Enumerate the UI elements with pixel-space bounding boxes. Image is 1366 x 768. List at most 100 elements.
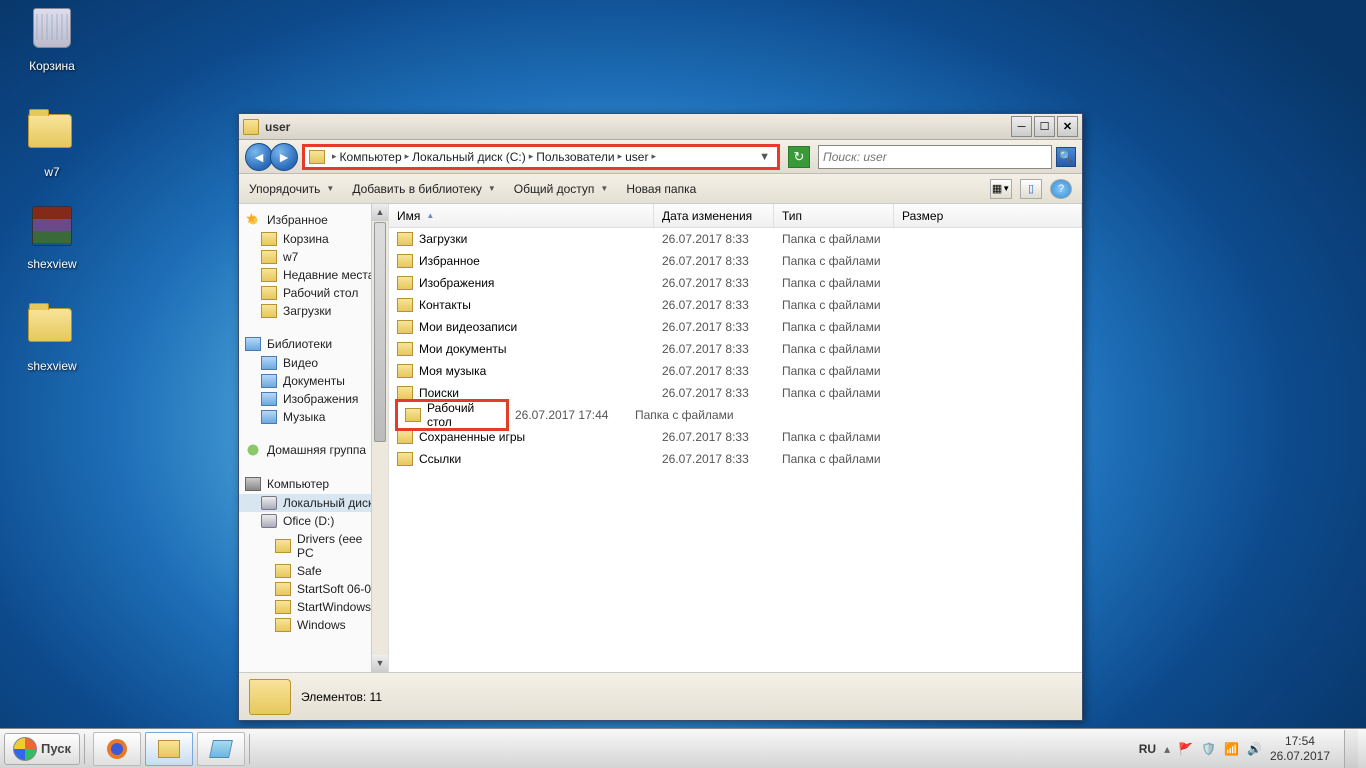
column-name[interactable]: Имя [389,204,654,227]
maximize-button[interactable]: ☐ [1034,116,1055,137]
sidebar-scrollbar[interactable]: ▲▼ [371,204,388,672]
tray-flag-icon[interactable]: 🚩 [1178,742,1193,756]
new-folder-button[interactable]: Новая папка [626,182,696,196]
preview-pane-button[interactable]: ▯ [1020,179,1042,199]
forward-button[interactable]: ► [270,143,298,171]
folder-icon [397,452,413,466]
start-button[interactable]: Пуск [4,733,80,765]
breadcrumb[interactable]: Локальный диск (C:) [412,150,526,164]
folder-icon [275,564,291,578]
folder-icon [397,254,413,268]
disk-icon [261,496,277,510]
lib-icon [261,356,277,370]
folder-icon [397,386,413,400]
sidebar-item[interactable]: Safe [239,562,388,580]
tray-security-icon[interactable]: 🛡️ [1201,742,1216,756]
sidebar-item[interactable]: w7 [239,248,388,266]
fold-icon [261,286,277,300]
view-options-button[interactable]: ▦▼ [990,179,1012,199]
explorer-window: user ─ ☐ ✕ ◄ ► ▸ Компьютер▸ Локальный ди… [238,113,1083,721]
desktop-icon-корзина[interactable]: Корзина [14,4,90,73]
lib-icon [261,392,277,406]
file-row[interactable]: Моя музыка26.07.2017 8:33Папка с файлами [389,360,1082,382]
folder-icon [397,320,413,334]
breadcrumb[interactable]: Компьютер [340,150,402,164]
file-row[interactable]: Мои документы26.07.2017 8:33Папка с файл… [389,338,1082,360]
file-row[interactable]: Мои видеозаписи26.07.2017 8:33Папка с фа… [389,316,1082,338]
taskbar-explorer[interactable] [145,732,193,766]
add-to-library-menu[interactable]: Добавить в библиотеку [352,182,495,196]
folder-icon [275,600,291,614]
column-date[interactable]: Дата изменения [654,204,774,227]
address-bar[interactable]: ▸ Компьютер▸ Локальный диск (C:)▸ Пользо… [302,144,780,170]
show-desktop-button[interactable] [1344,730,1358,768]
titlebar[interactable]: user ─ ☐ ✕ [239,114,1082,140]
tray-volume-icon[interactable]: 🔊 [1247,742,1262,756]
taskbar-app[interactable] [197,732,245,766]
favorites-group[interactable]: Избранное [239,210,388,230]
taskbar-firefox[interactable] [93,732,141,766]
file-row[interactable]: Ссылки26.07.2017 8:33Папка с файлами [389,448,1082,470]
folder-icon [397,232,413,246]
folder-icon [275,618,291,632]
folder-icon [397,276,413,290]
close-button[interactable]: ✕ [1057,116,1078,137]
tray-chevron-icon[interactable]: ▴ [1164,742,1170,756]
tray-network-icon[interactable]: 📶 [1224,742,1239,756]
sidebar-item[interactable]: StartWindows [239,598,388,616]
file-row[interactable]: Контакты26.07.2017 8:33Папка с файлами [389,294,1082,316]
help-button[interactable]: ? [1050,179,1072,199]
refresh-button[interactable]: ↻ [788,146,810,168]
file-list: Имя Дата изменения Тип Размер Загрузки26… [389,204,1082,672]
sidebar-item[interactable]: Музыка [239,408,388,426]
lib-icon [261,410,277,424]
libraries-group[interactable]: Библиотеки [239,334,388,354]
language-indicator[interactable]: RU [1139,742,1156,756]
organize-menu[interactable]: Упорядочить [249,182,334,196]
sidebar-item[interactable]: Изображения [239,390,388,408]
homegroup[interactable]: Домашняя группа [239,440,388,460]
nav-bar: ◄ ► ▸ Компьютер▸ Локальный диск (C:)▸ По… [239,140,1082,174]
search-input[interactable] [823,150,1047,164]
folder-icon [249,679,291,715]
sidebar-item[interactable]: Рабочий стол [239,284,388,302]
file-row[interactable]: Загрузки26.07.2017 8:33Папка с файлами [389,228,1082,250]
sidebar-item[interactable]: Ofice (D:) [239,512,388,530]
sidebar-item[interactable]: Drivers (eee PC [239,530,388,562]
sidebar-item[interactable]: Документы [239,372,388,390]
sidebar-item[interactable]: Видео [239,354,388,372]
sidebar-item[interactable]: Недавние места [239,266,388,284]
library-icon [245,337,261,351]
sidebar-item[interactable]: Загрузки [239,302,388,320]
share-menu[interactable]: Общий доступ [514,182,609,196]
clock[interactable]: 17:5426.07.2017 [1270,734,1330,763]
nav-pane: Избранное Корзинаw7Недавние местаРабочий… [239,204,389,672]
sidebar-item[interactable]: Локальный диск ( [239,494,388,512]
search-button[interactable]: 🔍 [1056,147,1076,167]
status-text: Элементов: 11 [301,690,382,704]
column-type[interactable]: Тип [774,204,894,227]
sidebar-item[interactable]: Windows [239,616,388,634]
desktop-icon-w7[interactable]: w7 [14,106,90,179]
column-size[interactable]: Размер [894,204,1082,227]
minimize-button[interactable]: ─ [1011,116,1032,137]
folder-icon [243,119,259,135]
desktop-icon-shexview[interactable]: shexview [14,202,90,271]
file-row[interactable]: Сохраненные игры26.07.2017 8:33Папка с ф… [389,426,1082,448]
computer-icon [245,477,261,491]
back-button[interactable]: ◄ [245,143,273,171]
column-headers[interactable]: Имя Дата изменения Тип Размер [389,204,1082,228]
file-row[interactable]: Рабочий стол26.07.2017 17:44Папка с файл… [389,404,1082,426]
sidebar-item[interactable]: StartSoft 06-06- [239,580,388,598]
computer-group[interactable]: Компьютер [239,474,388,494]
search-box[interactable] [818,145,1052,169]
breadcrumb[interactable]: user [625,150,648,164]
system-tray: RU ▴ 🚩 🛡️ 📶 🔊 17:5426.07.2017 [1139,730,1362,768]
sidebar-item[interactable]: Корзина [239,230,388,248]
breadcrumb[interactable]: Пользователи [536,150,614,164]
disk-icon [261,514,277,528]
fold-icon [261,250,277,264]
desktop-icon-shexview[interactable]: shexview [14,300,90,373]
file-row[interactable]: Изображения26.07.2017 8:33Папка с файлам… [389,272,1082,294]
file-row[interactable]: Избранное26.07.2017 8:33Папка с файлами [389,250,1082,272]
